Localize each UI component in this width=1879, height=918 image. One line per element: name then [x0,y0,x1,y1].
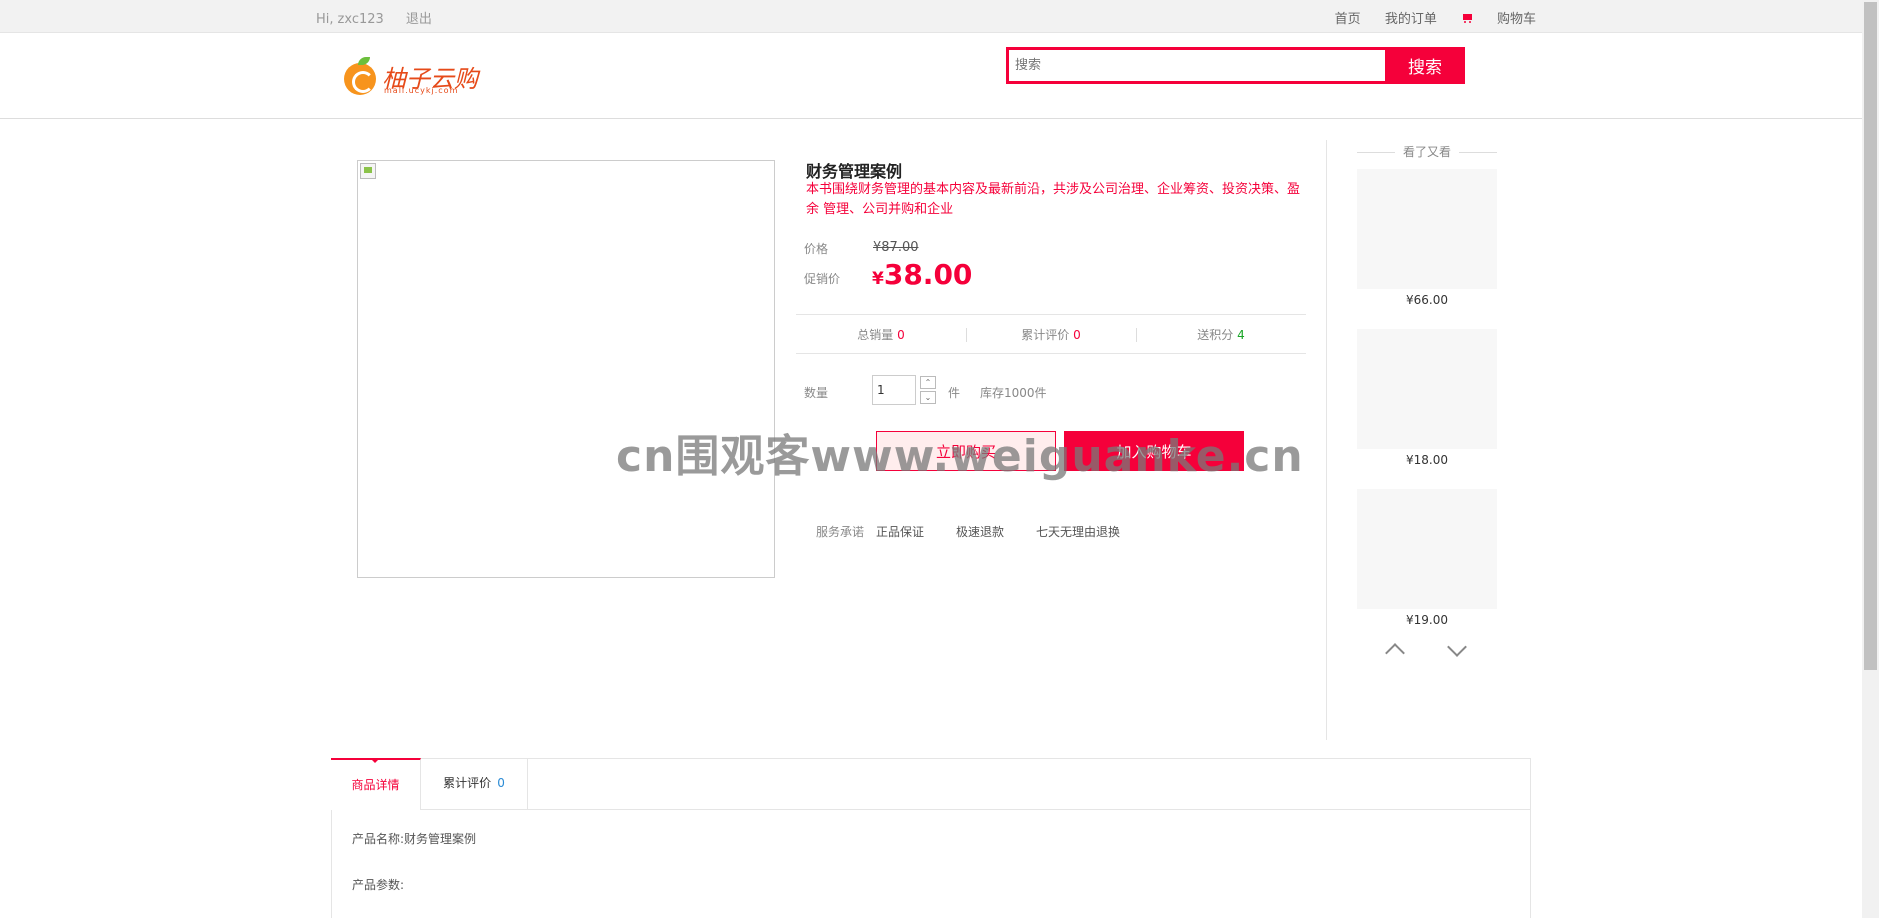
service-fast-refund: 极速退款 [956,525,1005,539]
related-item-price: ¥18.00 [1406,453,1448,467]
chevron-down-icon[interactable] [1447,640,1465,658]
tab-reviews-count: 0 [497,776,505,790]
logo-url: mall.ucykj.com [384,86,459,95]
quantity-label: 数量 [804,386,829,400]
service-authentic: 正品保证 [876,525,925,539]
my-orders-link[interactable]: 我的订单 [1385,12,1437,27]
quantity-input[interactable] [872,375,916,405]
search-button[interactable]: 搜索 [1385,47,1465,84]
stat-points-value: 4 [1237,328,1245,342]
promo-amount: 38.00 [883,258,973,291]
scrollbar-thumb[interactable] [1864,2,1877,670]
user-area: Hi, zxc123 退出 [316,8,450,27]
detail-name-value: 财务管理案例 [404,832,477,846]
promo-currency: ¥ [872,269,884,289]
username[interactable]: zxc123 [338,12,384,27]
cart-icon [1461,14,1473,24]
tab-reviews-label: 累计评价 [443,776,492,790]
detail-name-label: 产品名称: [352,832,405,846]
product-description: 本书围绕财务管理的基本内容及最新前沿，共涉及公司治理、企业筹资、投资决策、盈余 … [806,182,1301,217]
promo-price: ¥38.00 [872,258,972,291]
price-label: 价格 [804,242,829,256]
cart-link[interactable]: 购物车 [1461,12,1536,27]
service-seven-day-return: 七天无理由退换 [1036,525,1121,539]
detail-tabs: 商品详情 累计评价 0 [331,758,1531,810]
stat-points: 送积分 4 [1136,315,1306,353]
service-label: 服务承诺 [816,525,865,539]
top-bar: Hi, zxc123 退出 首页 我的订单 购物车 [0,0,1862,33]
tab-reviews[interactable]: 累计评价 0 [421,758,528,810]
service-promise: 服务承诺 正品保证 极速退款 七天无理由退换 [816,523,1140,540]
quantity-unit: 件 [948,386,961,400]
chevron-up-icon[interactable] [1385,640,1403,658]
search-box: 搜索 [1006,47,1465,84]
cart-link-label: 购物车 [1496,12,1536,27]
quantity-increase-button[interactable]: ⌃ [920,376,936,389]
related-item[interactable]: ¥66.00 [1357,169,1497,307]
product-title: 财务管理案例 [806,162,903,181]
stat-sales-label: 总销量 [857,328,894,342]
logo-leaf-icon [358,57,370,65]
top-nav: 首页 我的订单 购物车 [1315,8,1536,27]
product-stats: 总销量 0 累计评价 0 送积分 4 [796,314,1306,354]
related-item-image[interactable] [1357,489,1497,609]
detail-panel: 产品名称:财务管理案例 产品参数: [331,810,1531,918]
stat-sales-value: 0 [897,328,905,342]
tab-product-details-label: 商品详情 [351,778,400,792]
detail-params-label: 产品参数: [352,878,405,892]
search-input[interactable] [1009,50,1386,81]
related-item-price: ¥19.00 [1406,613,1448,627]
tab-product-details[interactable]: 商品详情 [331,758,421,810]
related-item-image[interactable] [1357,329,1497,449]
quantity-decrease-button[interactable]: ⌄ [920,391,936,404]
home-link[interactable]: 首页 [1335,12,1361,27]
related-item-image[interactable] [1357,169,1497,289]
related-item[interactable]: ¥19.00 [1357,489,1497,627]
stat-reviews-value: 0 [1073,328,1081,342]
side-divider [1326,140,1327,740]
header: 柚子云购 mall.ucykj.com [0,33,1862,119]
stat-points-label: 送积分 [1197,328,1234,342]
related-item-price: ¥66.00 [1406,293,1448,307]
promo-label: 促销价 [804,272,841,286]
logo-fruit-icon [344,63,376,95]
related-item[interactable]: ¥18.00 [1357,329,1497,467]
original-price: ¥87.00 [873,240,919,255]
watermark: cn围观客www.weiguanke.cn [616,431,1304,482]
stat-sales: 总销量 0 [796,315,966,353]
product-image [357,160,775,578]
stock-count: 库存1000件 [980,386,1047,400]
stat-reviews: 累计评价 0 [966,315,1136,353]
related-products: 看了又看 ¥66.00 ¥18.00 ¥19.00 [1357,140,1497,627]
page-scrollbar[interactable] [1862,0,1879,918]
broken-image-icon [360,163,376,179]
greeting: Hi, [316,12,334,27]
logout-link[interactable]: 退出 [406,12,432,27]
stat-reviews-label: 累计评价 [1021,328,1070,342]
detail-name-row: 产品名称:财务管理案例 [352,830,476,847]
related-heading: 看了又看 [1357,140,1497,164]
